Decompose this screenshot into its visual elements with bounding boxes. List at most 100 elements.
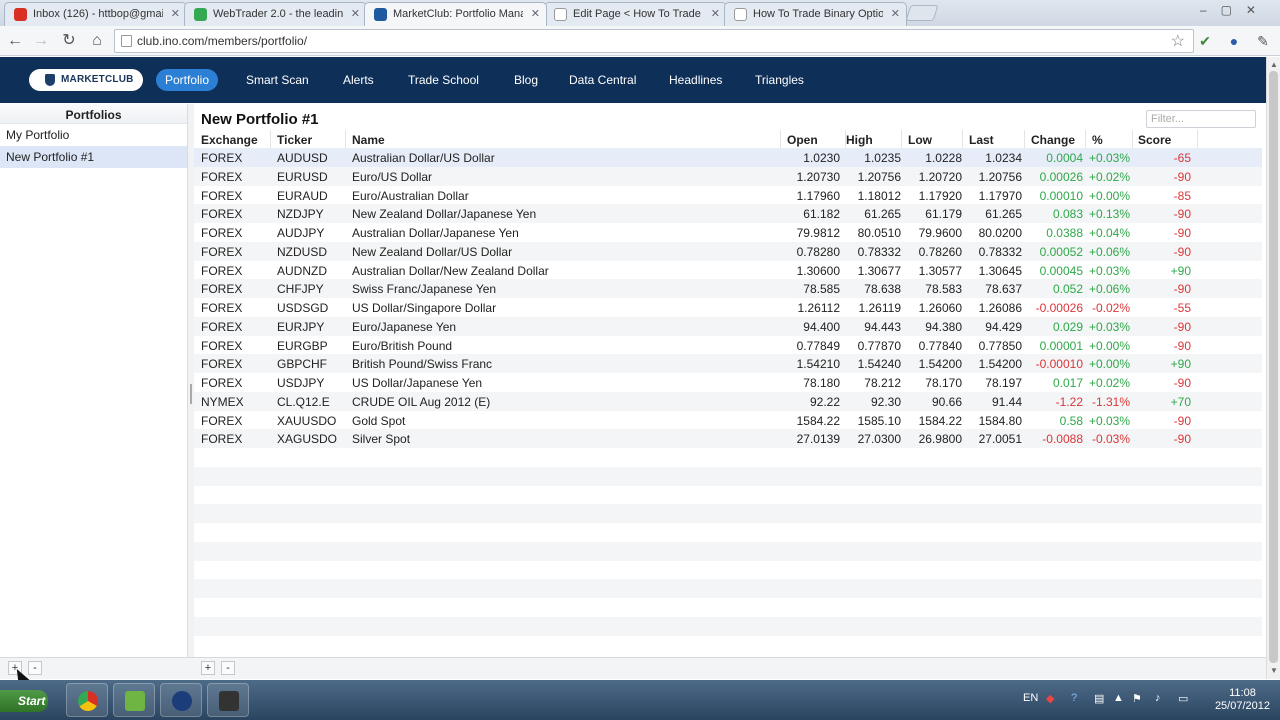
nav-trade-school[interactable]: Trade School [399, 69, 488, 91]
cell-exchange: FOREX [201, 282, 243, 297]
taskbar-app-camera[interactable] [207, 683, 249, 717]
extension-icon[interactable]: ✔ [1195, 31, 1215, 51]
table-row [194, 466, 1262, 486]
browser-tab-edit-page[interactable]: Edit Page < How To Trade Bin ✕ [544, 2, 727, 26]
cell-high: 94.443 [864, 319, 901, 334]
cell-percent: +0.03% [1088, 263, 1130, 278]
col-score[interactable]: Score [1138, 133, 1171, 147]
wrench-icon[interactable]: ✎ [1253, 31, 1273, 51]
reload-icon[interactable]: ↻ [59, 31, 79, 51]
nav-portfolio[interactable]: Portfolio [156, 69, 219, 91]
help-icon[interactable]: ? [1071, 692, 1077, 704]
nav-blog[interactable]: Blog [505, 69, 547, 91]
close-icon[interactable]: ✕ [351, 7, 360, 20]
taskbar-app-audio[interactable] [160, 683, 202, 717]
scroll-down-icon[interactable]: ▼ [1270, 666, 1278, 675]
nav-data-central[interactable]: Data Central [560, 69, 645, 91]
page-scrollbar[interactable]: ▲ ▼ [1266, 57, 1280, 679]
col-open[interactable]: Open [787, 133, 818, 147]
table-row[interactable]: FOREX EURAUD Euro/Australian Dollar 1.17960… [194, 186, 1262, 205]
table-row[interactable]: FOREX NZDJPY New Zealand Dollar/Japanese Y… [194, 204, 1262, 223]
home-icon[interactable]: ⌂ [87, 31, 107, 51]
table-row[interactable]: FOREX AUDUSD Australian Dollar/US Dollar 1.… [194, 148, 1262, 167]
browser-toolbar: ← → ↻ ⌂ club.ino.com/members/portfolio/ … [0, 26, 1280, 56]
table-row[interactable]: FOREX AUDNZD Australian Dollar/New Zealand… [194, 261, 1262, 280]
network-icon[interactable]: ▤ [1094, 692, 1104, 705]
col-change[interactable]: Change [1031, 133, 1075, 147]
marketclub-logo[interactable]: MARKETCLUB [29, 69, 143, 91]
col-name[interactable]: Name [352, 133, 385, 147]
nav-headlines[interactable]: Headlines [660, 69, 731, 91]
tray-app-icon[interactable]: ◆ [1046, 692, 1054, 705]
col-exchange[interactable]: Exchange [201, 133, 258, 147]
scroll-up-icon[interactable]: ▲ [1270, 60, 1278, 69]
cell-name: Euro/Australian Dollar [352, 188, 469, 203]
taskbar-app-green[interactable] [113, 683, 155, 717]
system-clock[interactable]: 11:08 25/07/2012 [1215, 687, 1270, 713]
table-row[interactable]: FOREX XAUUSDO Gold Spot 1584.22 1585.10 1584.… [194, 411, 1262, 430]
sidebar-item-my-portfolio[interactable]: My Portfolio [0, 124, 187, 146]
col-low[interactable]: Low [908, 133, 932, 147]
portfolio-sidebar: Portfolios My Portfolio New Portfolio #1 [0, 104, 188, 657]
cell-ticker: USDSGD [277, 301, 329, 315]
nav-smart-scan[interactable]: Smart Scan [237, 69, 318, 91]
table-row[interactable]: NYMEX CL.Q12.E CRUDE OIL Aug 2012 (E) 92.22… [194, 391, 1262, 411]
volume-icon[interactable]: ♪ [1155, 692, 1161, 704]
close-icon[interactable]: ✕ [891, 7, 900, 20]
chrome-icon [78, 691, 98, 711]
table-row[interactable]: FOREX XAGUSDO Silver Spot 27.0139 27.0300 26.… [194, 429, 1262, 448]
table-row[interactable]: FOREX EURUSD Euro/US Dollar 1.20730 1.20756 1… [194, 166, 1262, 186]
table-row[interactable]: FOREX EURJPY Euro/Japanese Yen 94.400 94.443… [194, 316, 1262, 336]
col-last[interactable]: Last [969, 133, 994, 147]
col-high[interactable]: High [846, 133, 873, 147]
remove-symbol-button[interactable]: - [221, 661, 235, 675]
table-row[interactable]: FOREX USDSGD US Dollar/Singapore Dollar 1.2… [194, 298, 1262, 317]
taskbar-chrome[interactable] [66, 683, 108, 717]
close-icon[interactable]: ✕ [531, 7, 540, 20]
nav-triangles[interactable]: Triangles [746, 69, 813, 91]
col-percent[interactable]: % [1092, 133, 1103, 147]
cell-name: Euro/Japanese Yen [352, 319, 457, 334]
address-bar[interactable]: club.ino.com/members/portfolio/ ☆ [114, 29, 1194, 53]
remove-portfolio-button[interactable]: - [28, 661, 42, 675]
col-ticker[interactable]: Ticker [277, 133, 312, 147]
scrollbar-thumb[interactable] [1269, 71, 1278, 663]
new-tab-button[interactable] [905, 5, 939, 21]
table-row[interactable]: FOREX NZDUSD New Zealand Dollar/US Dollar 0… [194, 241, 1262, 261]
close-icon[interactable]: ✕ [171, 7, 180, 20]
cell-ticker: EURGBP [277, 338, 328, 353]
start-button[interactable]: Start [0, 690, 48, 712]
splitter-grip[interactable] [190, 384, 192, 404]
flag-icon[interactable]: ⚑ [1132, 692, 1142, 705]
close-icon[interactable]: ✕ [711, 7, 720, 20]
browser-tab-binary-options[interactable]: How To Trade Binary Options ✕ [724, 2, 907, 26]
language-indicator[interactable]: EN [1023, 692, 1038, 704]
table-row [194, 636, 1262, 655]
back-icon[interactable]: ← [5, 31, 25, 51]
window-controls[interactable]: –▢✕ [1200, 3, 1270, 17]
cell-high: 80.0510 [857, 226, 901, 240]
table-row[interactable]: FOREX USDJPY US Dollar/Japanese Yen 78.180 7… [194, 373, 1262, 392]
battery-icon[interactable]: ▭ [1178, 692, 1188, 705]
table-row[interactable]: FOREX GBPCHF British Pound/Swiss Franc 1.54… [194, 354, 1262, 373]
profile-icon[interactable]: ● [1224, 31, 1244, 51]
browser-tab-webtrader[interactable]: WebTrader 2.0 - the leading ✕ [184, 2, 367, 26]
table-row[interactable]: FOREX CHFJPY Swiss Franc/Japanese Yen 78.58… [194, 279, 1262, 298]
table-row[interactable]: FOREX AUDJPY Australian Dollar/Japanese Ye… [194, 223, 1262, 242]
filter-input[interactable]: Filter... [1146, 110, 1256, 128]
cell-change: 0.052 [1052, 282, 1083, 297]
browser-tab-marketclub[interactable]: MarketClub: Portfolio Manage ✕ [364, 2, 547, 26]
cell-ticker: GBPCHF [277, 357, 328, 372]
sidebar-item-new-portfolio[interactable]: New Portfolio #1 [0, 146, 187, 168]
column-divider [345, 130, 346, 150]
table-row[interactable]: FOREX EURGBP Euro/British Pound 0.77849 0.77… [194, 336, 1262, 355]
browser-tab-gmail[interactable]: Inbox (126) - httbop@gmail.c ✕ [4, 2, 187, 26]
tab-title: MarketClub: Portfolio Manage [393, 8, 523, 20]
tray-expand-icon[interactable]: ▲ [1113, 692, 1124, 704]
bookmark-star-icon[interactable]: ☆ [1171, 31, 1185, 51]
nav-alerts[interactable]: Alerts [334, 69, 383, 91]
cell-low: 1.20720 [918, 169, 962, 184]
forward-icon[interactable]: → [31, 31, 51, 51]
add-symbol-button[interactable]: + [201, 661, 215, 675]
sidebar-header: Portfolios [0, 104, 187, 124]
